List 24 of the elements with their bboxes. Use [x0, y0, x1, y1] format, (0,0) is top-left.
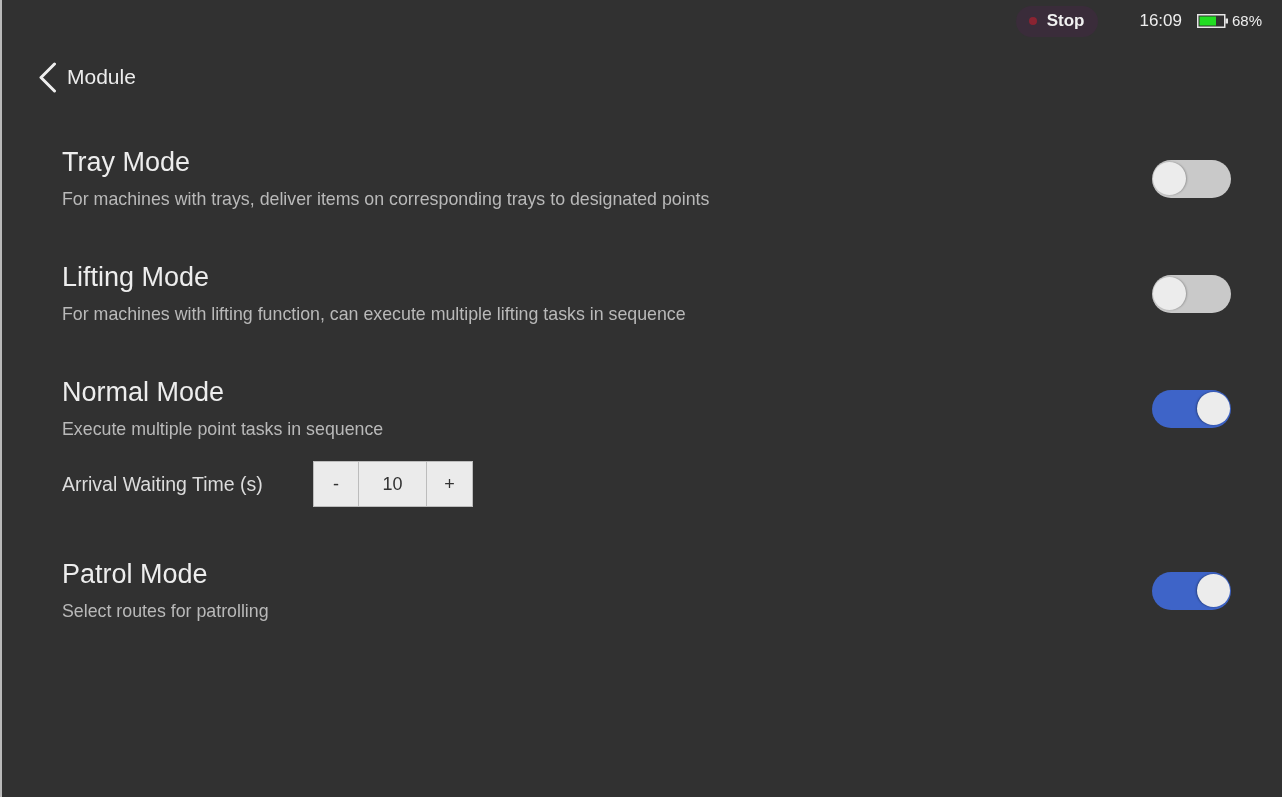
toggle-switch[interactable] [1152, 571, 1231, 610]
back-button[interactable] [38, 61, 57, 93]
toggle-switch[interactable] [1152, 159, 1231, 198]
battery-percentage: 68% [1231, 12, 1262, 29]
mode-description: Select routes for patrolling [62, 600, 270, 622]
mode-title: Tray Mode [62, 147, 192, 177]
mode-title: Patrol Mode [62, 559, 209, 589]
mode-description: Execute multiple point tasks in sequence [62, 418, 385, 440]
chevron-left-icon [38, 61, 57, 93]
mode-description: For machines with trays, deliver items on corresponding trays to designated points [62, 188, 711, 210]
setting-label: Arrival Waiting Time (s) [62, 472, 264, 496]
value-field[interactable]: 10 [358, 461, 427, 507]
battery-icon [1196, 13, 1228, 28]
increment-button[interactable]: + [426, 461, 473, 507]
toggle-switch[interactable] [1152, 389, 1231, 428]
clock-time: 16:09 [1139, 10, 1182, 31]
mode-title: Lifting Mode [62, 262, 211, 292]
decrement-button[interactable]: - [313, 461, 359, 507]
record-dot-icon [1028, 17, 1037, 25]
mode-description: For machines with lifting function, can execute multiple lifting tasks in sequence [62, 303, 687, 325]
page-title: Module [67, 65, 136, 89]
stop-button[interactable]: Stop [1015, 5, 1099, 37]
mode-title: Normal Mode [62, 377, 226, 407]
toggle-switch[interactable] [1152, 274, 1231, 313]
